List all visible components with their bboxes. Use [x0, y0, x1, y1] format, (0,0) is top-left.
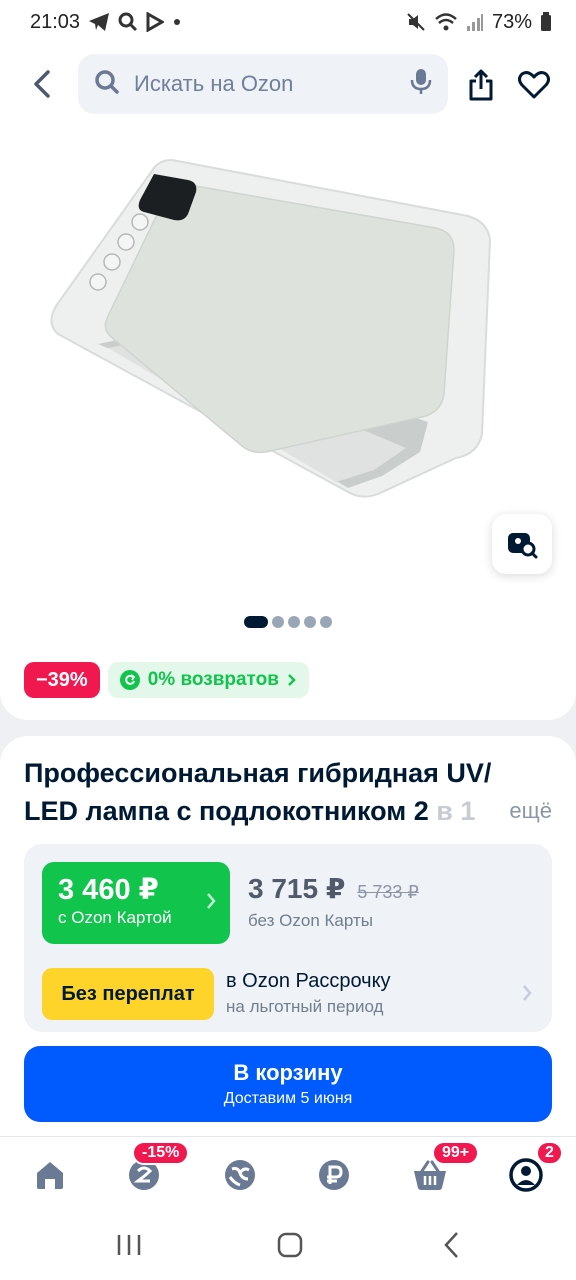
- gallery-dot[interactable]: [288, 616, 300, 628]
- regular-price-value: 3 715 ₽: [248, 873, 346, 904]
- product-info: Профессиональная гибридная UV/ LED лампа…: [0, 736, 576, 1136]
- cart-count-badge: 99+: [432, 1141, 480, 1165]
- status-bar: 21:03 73%: [0, 0, 576, 44]
- price-box: 3 460 ₽ с Ozon Картой 3 715 ₽ 5 733 ₽ бе…: [24, 844, 552, 1032]
- telegram-icon: [88, 12, 110, 32]
- returns-badge[interactable]: 0% возвратов: [107, 662, 309, 698]
- chevron-right-icon: [288, 674, 296, 686]
- product-title[interactable]: Профессиональная гибридная UV/ LED лампа…: [24, 754, 554, 830]
- nav-home[interactable]: [26, 1151, 74, 1199]
- gallery-dot[interactable]: [320, 616, 332, 628]
- search-placeholder: Искать на Ozon: [134, 71, 294, 96]
- add-to-cart-button[interactable]: В корзину Доставим 5 июня: [24, 1046, 552, 1122]
- discount-badge: −39%: [24, 662, 100, 698]
- regular-price: 3 715 ₽ 5 733 ₽ без Ozon Карты: [248, 872, 419, 931]
- play-icon: [146, 12, 165, 32]
- ozon-card-price[interactable]: 3 460 ₽ с Ozon Картой: [42, 862, 230, 944]
- gallery-dot[interactable]: [304, 616, 316, 628]
- title-line-2: LED лампа с подлокотником 2: [24, 796, 429, 826]
- back-icon: [34, 70, 50, 98]
- share-icon: [469, 69, 493, 101]
- mute-icon: [406, 12, 426, 32]
- card-price-value: 3 460 ₽: [58, 874, 159, 906]
- delivery-date: Доставим 5 июня: [223, 1090, 353, 1107]
- heart-icon: [518, 71, 550, 99]
- favorite-button[interactable]: [514, 66, 554, 104]
- badges: −39% 0% возвратов: [24, 662, 309, 698]
- microphone-icon[interactable]: [410, 68, 432, 101]
- product-gallery: −39% 0% возвратов: [0, 126, 576, 720]
- search-icon: [118, 12, 138, 32]
- installment-subtitle: на льготный период: [226, 997, 384, 1016]
- old-price: 5 733 ₽: [357, 882, 419, 902]
- profile-icon: [509, 1158, 543, 1192]
- search-icon: [94, 69, 120, 100]
- product-image[interactable]: [36, 136, 540, 516]
- return-icon: [119, 670, 140, 690]
- dot-icon: [172, 17, 182, 27]
- installment-title: в Ozon Рассрочку: [226, 970, 391, 992]
- back-chevron-icon: [444, 1232, 458, 1258]
- installment-badge[interactable]: Без переплат: [42, 968, 214, 1020]
- nav-finance[interactable]: [310, 1151, 358, 1199]
- header: Искать на Ozon: [0, 44, 576, 126]
- cart-button-label: В корзину: [233, 1060, 343, 1085]
- gallery-dot[interactable]: [244, 616, 268, 628]
- share-button[interactable]: [462, 66, 500, 104]
- signal-icon: [466, 12, 484, 32]
- back-button[interactable]: [26, 64, 58, 104]
- gallery-pagination: [0, 616, 576, 628]
- chevron-right-icon: [207, 893, 216, 909]
- system-navigation: [0, 1210, 576, 1280]
- title-line-1: Профессиональная гибридная UV/: [24, 758, 492, 788]
- recents-button[interactable]: [116, 1230, 142, 1260]
- wifi-icon: [434, 12, 458, 32]
- card-price-label: с Ozon Картой: [58, 908, 172, 927]
- search-input[interactable]: Искать на Ozon: [78, 54, 448, 114]
- system-back-button[interactable]: [440, 1230, 464, 1260]
- visual-search-button[interactable]: [492, 514, 552, 574]
- clock: 21:03: [30, 10, 81, 33]
- bottom-navigation: -15% 99+ 2: [0, 1136, 576, 1210]
- home-icon: [37, 1162, 63, 1189]
- returns-label: 0% возвратов: [147, 669, 279, 690]
- gallery-dot[interactable]: [272, 616, 284, 628]
- home-button[interactable]: [276, 1230, 304, 1260]
- nav-fresh[interactable]: [216, 1151, 264, 1199]
- image-search-icon: [508, 533, 538, 559]
- chevron-right-icon[interactable]: [522, 984, 532, 1002]
- profile-badge: 2: [536, 1141, 563, 1165]
- finance-icon: [319, 1160, 349, 1190]
- fresh-icon: [225, 1160, 255, 1190]
- regular-price-label: без Ozon Карты: [248, 911, 373, 930]
- battery-icon: [540, 12, 552, 32]
- recents-icon: [117, 1235, 141, 1255]
- title-fade: в 1: [436, 796, 476, 826]
- battery-percent: 73%: [491, 10, 532, 33]
- promo-badge: -15%: [132, 1141, 190, 1165]
- installment-info[interactable]: в Ozon Рассрочку на льготный период: [226, 970, 391, 1017]
- title-more-link[interactable]: ещё: [499, 792, 552, 830]
- home-square-icon: [277, 1232, 303, 1258]
